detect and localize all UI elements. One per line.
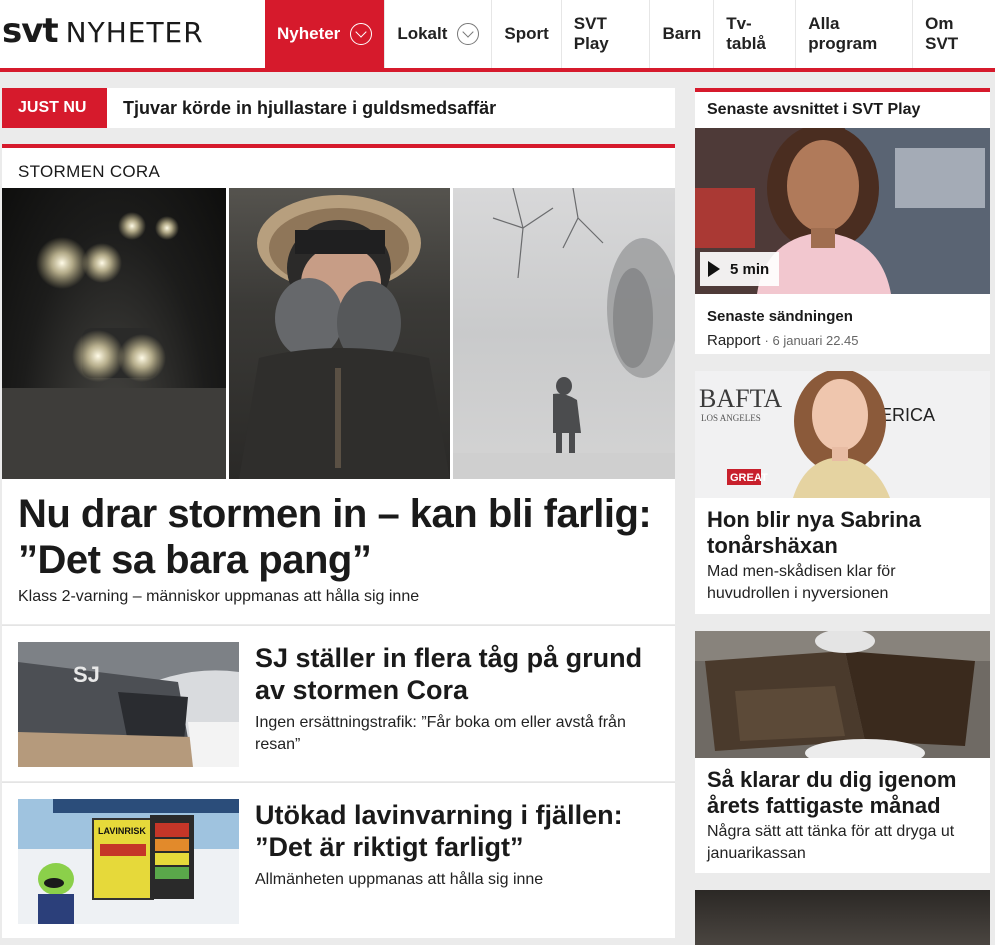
nav-label: Nyheter [277, 24, 341, 43]
side-story-card[interactable]: BAFTA LOS ANGELES MERICA GREAT Hon blir … [695, 371, 990, 614]
just-nu-banner[interactable]: JUST NU Tjuvar körde in hjullastare i gu… [2, 88, 675, 128]
actress-bafta-image: BAFTA LOS ANGELES MERICA GREAT [695, 371, 990, 498]
nav-item-tv-tabla[interactable]: Tv-tablå [713, 0, 795, 68]
play-meta: Rapport · 6 januari 22.45 [707, 332, 859, 349]
side-story-card[interactable]: Så klarar du dig igenom årets fattigaste… [695, 631, 990, 873]
svt-nyheter-logo[interactable]: svt NYHETER [2, 11, 204, 55]
side-lede: Några sätt att tänka för att dryga ut ja… [707, 823, 955, 862]
header-accent-line [0, 68, 995, 72]
play-subtitle[interactable]: Senaste sändningen [707, 308, 853, 325]
nav-item-alla-program[interactable]: Alla program [795, 0, 912, 68]
lavinrisk-sign-text: LAVINRISK [98, 826, 146, 836]
play-icon [708, 261, 720, 277]
list-lede: Ingen ersättningstrafik: ”Får boka om el… [255, 714, 626, 753]
storm-traffic-image [2, 188, 226, 479]
side-lede: Mad men-skådisen klar för huvudrollen i … [707, 563, 896, 602]
logo-brand: svt [2, 11, 59, 51]
side-headline[interactable]: Hon blir nya Sabrina tonårshäxan [707, 507, 982, 559]
chevron-down-icon[interactable] [350, 23, 373, 45]
list-headline[interactable]: SJ ställer in flera tåg på grund av stor… [255, 642, 655, 706]
nav-label: SVT Play [573, 14, 609, 53]
side-story-card[interactable] [695, 890, 990, 945]
sj-train-image: SJ [18, 642, 239, 767]
duration-text: 5 min [730, 260, 770, 278]
nav-item-sport[interactable]: Sport [491, 0, 560, 68]
main-lede: Klass 2-varning – människor uppmanas att… [18, 588, 420, 605]
broadcast-date: · 6 januari 22.45 [764, 333, 859, 348]
duration-badge[interactable]: 5 min [700, 252, 780, 286]
story-image-strip[interactable] [2, 188, 675, 479]
site-header: svt NYHETER Nyheter Lokalt Sport SVT Pla… [0, 0, 995, 72]
person-walking-snow-image [453, 188, 675, 479]
just-nu-headline[interactable]: Tjuvar körde in hjullastare i guldsmedsa… [123, 98, 496, 119]
main-headline[interactable]: Nu drar stormen in – kan bli farlig: ”De… [18, 491, 658, 583]
nav-label: Lokalt [397, 24, 448, 43]
list-lede: Allmänheten uppmanas att hålla sig inne [255, 871, 544, 888]
story-image [695, 890, 990, 945]
sj-logo: SJ [73, 662, 100, 687]
svt-play-card[interactable]: Senaste avsnittet i SVT Play 5 min Senas… [695, 88, 990, 354]
great-text: GREAT [730, 472, 768, 484]
nav-item-barn[interactable]: Barn [649, 0, 713, 68]
nav-label: Barn [662, 24, 702, 43]
nav-item-svt-play[interactable]: SVT Play [560, 0, 650, 68]
nav-item-om-svt[interactable]: Om SVT [912, 0, 995, 68]
main-nav: Nyheter Lokalt Sport SVT Play Barn Tv-ta… [265, 0, 995, 68]
side-headline[interactable]: Så klarar du dig igenom årets fattigaste… [707, 767, 982, 819]
woman-in-storm-image [229, 188, 450, 479]
nav-item-nyheter[interactable]: Nyheter [265, 0, 385, 68]
svt-play-heading: Senaste avsnittet i SVT Play [707, 101, 921, 118]
list-item[interactable]: SJ SJ ställer in flera tåg på grund av s… [2, 625, 675, 781]
program-name: Rapport [707, 332, 761, 349]
story-topic-label: STORMEN CORA [18, 162, 161, 181]
avalanche-warning-image: LAVINRISK [18, 799, 239, 924]
logo-section: NYHETER [65, 16, 204, 49]
just-nu-badge: JUST NU [2, 88, 107, 128]
bafta-text: BAFTA [699, 384, 782, 413]
list-item[interactable]: LAVINRISK Utökad lavinvarning i fjällen:… [2, 782, 675, 938]
nav-label: Tv-tablå [726, 14, 766, 53]
news-anchor-image[interactable]: 5 min [695, 128, 990, 294]
los-angeles-text: LOS ANGELES [701, 413, 761, 423]
nav-label: Alla program [808, 14, 878, 53]
list-headline[interactable]: Utökad lavinvarning i fjällen: ”Det är r… [255, 799, 655, 863]
nav-label: Sport [504, 24, 549, 43]
chevron-down-icon[interactable] [457, 23, 480, 45]
nav-label: Om SVT [925, 14, 959, 53]
nav-item-lokalt[interactable]: Lokalt [384, 0, 491, 68]
main-story-card[interactable]: STORMEN CORA Nu drar stormen in – kan bl… [2, 144, 675, 624]
empty-wallet-image [695, 631, 990, 758]
